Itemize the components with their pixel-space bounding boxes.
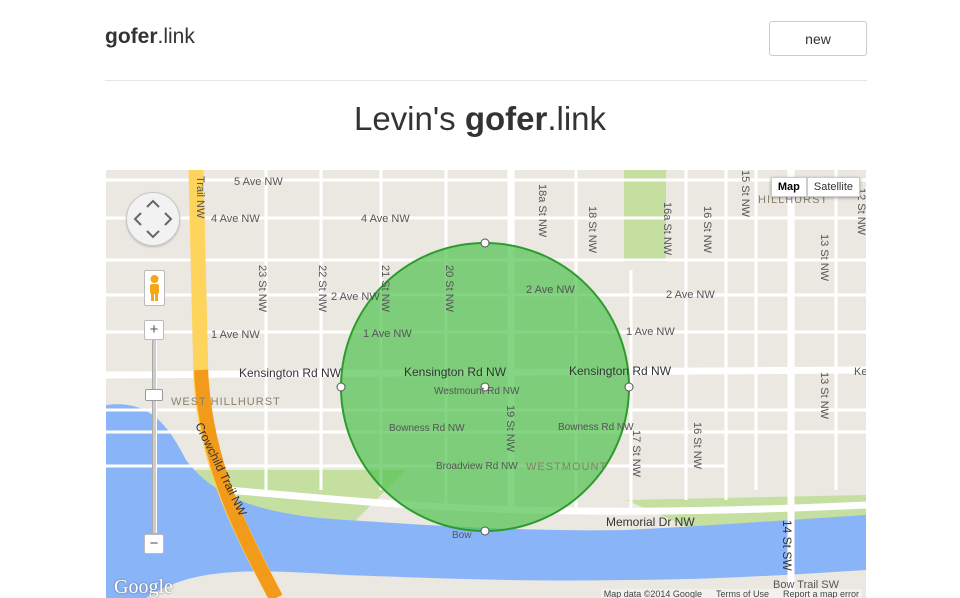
google-logo: Google [114, 576, 173, 598]
label-4-ave-left: 4 Ave NW [211, 213, 260, 225]
label-westmount-rd: Westmount Rd NW [434, 386, 520, 397]
label-1-ave-left: 1 Ave NW [211, 329, 260, 341]
title-bold: gofer [464, 100, 548, 137]
zoom-slider-thumb[interactable] [145, 389, 163, 401]
label-kensington-left: Kensington Rd NW [239, 366, 342, 380]
circle-handle-left[interactable] [336, 382, 346, 392]
new-button[interactable]: new [769, 21, 867, 56]
park-top [624, 170, 666, 262]
title-prefix: Levin's [353, 100, 465, 137]
label-memorial: Memorial Dr NW [606, 515, 695, 529]
label-bow: Bow [452, 530, 472, 541]
report-map-error-link[interactable]: Report a map error [783, 589, 859, 598]
label-18-st: 18 St NW [586, 206, 598, 254]
pan-control[interactable] [126, 192, 180, 246]
label-13-st-bot: 13 St NW [818, 372, 830, 420]
label-2-ave-mid: 2 Ave NW [526, 284, 575, 296]
label-16-st-bot: 16 St NW [691, 422, 703, 470]
circle-handle-right[interactable] [624, 382, 634, 392]
label-trail-nw: Trail NW [194, 176, 206, 219]
label-16a-st: 16a St NW [661, 202, 673, 256]
page-title: Levin's gofer.link [0, 100, 960, 138]
label-23-st: 23 St NW [256, 265, 268, 313]
map-footer: Map data ©2014 Google Terms of Use Repor… [600, 589, 862, 598]
label-broadview: Broadview Rd NW [436, 461, 518, 472]
pan-arrows-icon [133, 199, 173, 239]
label-2-ave-left: 2 Ave NW [331, 291, 380, 303]
street-view-pegman[interactable] [144, 270, 165, 306]
logo-bold: gofer [105, 25, 158, 48]
zoom-in-button[interactable]: + [144, 320, 164, 340]
zoom-out-button[interactable]: − [144, 534, 164, 554]
label-19-st: 19 St NW [504, 405, 516, 453]
label-14-st: 14 St SW [780, 520, 794, 571]
map-canvas[interactable]: 5 Ave NW 4 Ave NW 4 Ave NW 2 Ave NW 2 Av… [106, 170, 866, 598]
label-1-ave-right: 1 Ave NW [626, 326, 675, 338]
terms-of-use-link[interactable]: Terms of Use [716, 589, 769, 598]
map-type-control: Map Satellite [770, 177, 860, 197]
label-17-st: 17 St NW [630, 430, 642, 478]
label-kensington-right: Kensington Rd NW [569, 364, 672, 378]
label-bowness-right: Bowness Rd NW [558, 422, 634, 433]
label-edge-east: Ke [854, 366, 866, 378]
map-data-attribution: Map data ©2014 Google [603, 589, 702, 598]
logo-light: .link [157, 25, 195, 48]
label-westmount: WESTMOUNT [526, 461, 607, 473]
label-bowness-left: Bowness Rd NW [389, 423, 465, 434]
title-light: .link [547, 100, 607, 137]
label-5-ave: 5 Ave NW [234, 176, 283, 188]
zoom-slider-track[interactable] [152, 340, 157, 533]
map-type-map-button[interactable]: Map [770, 177, 807, 197]
label-1-ave-mid: 1 Ave NW [363, 328, 412, 340]
logo[interactable]: gofer.link [105, 25, 195, 49]
label-west-hillhurst: WEST HILLHURST [171, 396, 281, 408]
circle-handle-top[interactable] [480, 238, 490, 248]
label-21-st: 21 St NW [379, 265, 391, 313]
label-2-ave-right: 2 Ave NW [666, 289, 715, 301]
header: gofer.link new [105, 0, 867, 81]
map-tiles: 5 Ave NW 4 Ave NW 4 Ave NW 2 Ave NW 2 Av… [106, 170, 866, 598]
circle-handle-bottom[interactable] [480, 526, 490, 536]
label-20-st: 20 St NW [443, 265, 455, 313]
label-13-st-top: 13 St NW [818, 234, 830, 282]
label-16-st-top: 16 St NW [701, 206, 713, 254]
label-15-st: 15 St NW [739, 170, 751, 218]
label-kensington-mid: Kensington Rd NW [404, 365, 507, 379]
label-4-ave: 4 Ave NW [361, 213, 410, 225]
label-22-st: 22 St NW [316, 265, 328, 313]
pegman-icon [150, 275, 159, 301]
label-18a-st: 18a St NW [536, 184, 548, 238]
map-type-satellite-button[interactable]: Satellite [806, 177, 860, 197]
